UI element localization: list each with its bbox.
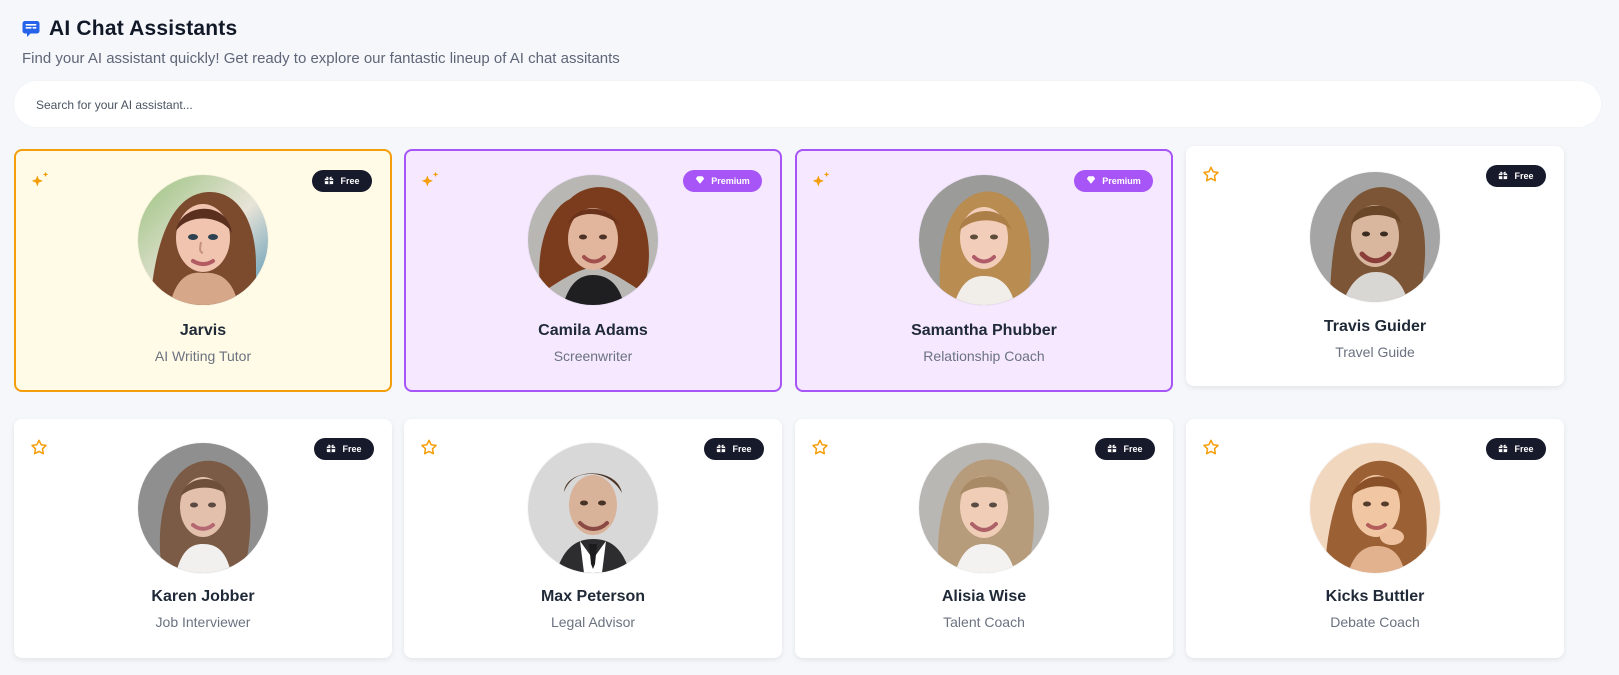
gift-icon: [1498, 443, 1508, 455]
assistant-role: Talent Coach: [943, 614, 1025, 630]
gift-icon: [324, 175, 334, 187]
page-subtitle: Find your AI assistant quickly! Get read…: [22, 50, 620, 67]
assistant-name: Karen Jobber: [151, 588, 255, 605]
assistant-card-alisia-wise[interactable]: Free Alisia Wise Talent Coach: [795, 419, 1173, 658]
star-outline-icon[interactable]: [1200, 164, 1222, 186]
star-outline-icon[interactable]: [418, 437, 440, 459]
badge-label: Premium: [1102, 175, 1141, 186]
assistant-card-karen-jobber[interactable]: Free Karen Jobber Job Interviewer: [14, 419, 392, 658]
ai-chat-assistants-page: AI Chat Assistants Find your AI assistan…: [0, 0, 1619, 675]
assistant-card-kicks-buttler[interactable]: Free Kicks Buttler Debate Coach: [1186, 419, 1564, 658]
assistant-role: Job Interviewer: [155, 614, 251, 630]
free-badge: Free: [312, 170, 372, 192]
page-title: AI Chat Assistants: [49, 17, 238, 40]
chat-icon: [21, 19, 41, 39]
badge-label: Free: [342, 443, 362, 454]
assistant-card-max-peterson[interactable]: Free Max Peterson Legal Advisor: [404, 419, 782, 658]
badge-label: Free: [1514, 170, 1534, 181]
badge-label: Free: [732, 443, 752, 454]
sparkle-star-icon[interactable]: [30, 169, 52, 191]
avatar: [1310, 172, 1440, 302]
free-badge: Free: [1095, 438, 1155, 460]
sparkle-star-icon[interactable]: [420, 169, 442, 191]
assistant-role: Legal Advisor: [550, 614, 636, 630]
assistant-name: Alisia Wise: [941, 588, 1027, 605]
free-badge: Free: [1486, 165, 1546, 187]
free-badge: Free: [1486, 438, 1546, 460]
search-input[interactable]: [34, 81, 1578, 129]
diamond-icon: [1086, 175, 1096, 187]
page-header: AI Chat Assistants: [21, 16, 237, 42]
search-bar: [14, 81, 1601, 129]
sparkle-star-icon[interactable]: [811, 169, 833, 191]
star-outline-icon[interactable]: [809, 437, 831, 459]
avatar: [528, 443, 658, 573]
assistant-role: Relationship Coach: [923, 348, 1045, 364]
diamond-icon: [695, 175, 705, 187]
assistant-card-camila-adams[interactable]: Premium Camila Adams Screenwriter: [404, 149, 782, 392]
assistant-name: Jarvis: [179, 322, 227, 339]
badge-label: Free: [1514, 443, 1534, 454]
gift-icon: [1107, 443, 1117, 455]
star-outline-icon[interactable]: [28, 437, 50, 459]
premium-badge: Premium: [683, 170, 762, 192]
assistant-name: Camila Adams: [538, 322, 648, 339]
badge-label: Premium: [711, 175, 750, 186]
free-badge: Free: [314, 438, 374, 460]
assistant-role: Debate Coach: [1330, 614, 1420, 630]
assistant-role: Travel Guide: [1335, 344, 1415, 360]
assistant-name: Samantha Phubber: [911, 322, 1057, 339]
assistant-card-jarvis[interactable]: Free Jarvis AI Writing Tutor: [14, 149, 392, 392]
avatar: [528, 175, 658, 305]
avatar: [919, 443, 1049, 573]
assistant-card-samantha-phubber[interactable]: Premium Samantha Phubber Relationship Co…: [795, 149, 1173, 392]
star-outline-icon[interactable]: [1200, 437, 1222, 459]
badge-label: Free: [340, 175, 360, 186]
badge-label: Free: [1123, 443, 1143, 454]
assistant-name: Kicks Buttler: [1325, 588, 1425, 605]
gift-icon: [716, 443, 726, 455]
assistant-name: Travis Guider: [1323, 318, 1427, 335]
avatar: [919, 175, 1049, 305]
assistant-name: Max Peterson: [540, 588, 646, 605]
assistant-card-travis-guider[interactable]: Free Travis Guider Travel Guide: [1186, 146, 1564, 386]
gift-icon: [1498, 170, 1508, 182]
assistant-role: Screenwriter: [553, 348, 633, 364]
avatar: [138, 175, 268, 305]
free-badge: Free: [704, 438, 764, 460]
avatar: [1310, 443, 1440, 573]
avatar: [138, 443, 268, 573]
gift-icon: [326, 443, 336, 455]
premium-badge: Premium: [1074, 170, 1153, 192]
assistant-role: AI Writing Tutor: [154, 348, 252, 364]
